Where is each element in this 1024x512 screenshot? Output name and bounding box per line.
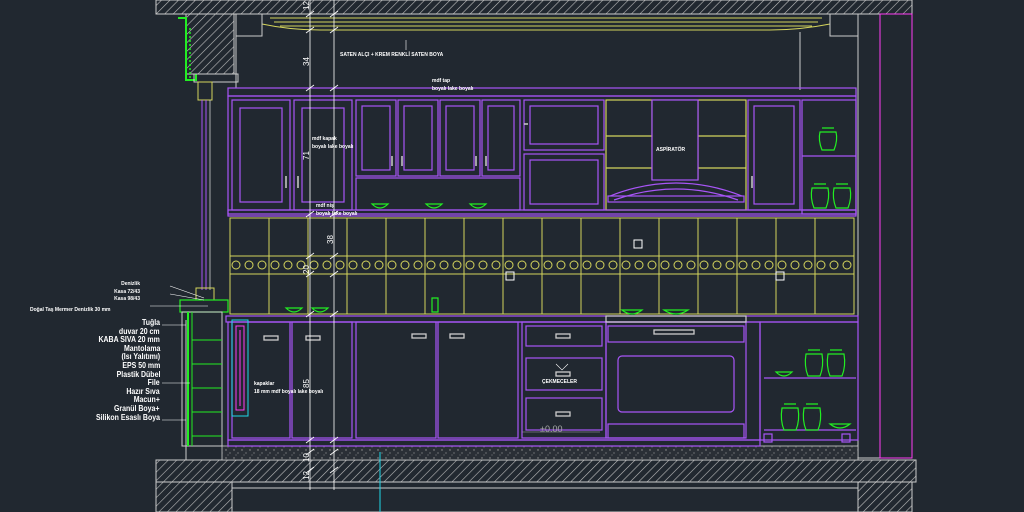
dimension-d2: 34 (302, 57, 311, 66)
border-tile-ring (374, 260, 384, 270)
left-upper-note-line1: mdf kapak (312, 136, 337, 142)
border-tile-ring (270, 260, 280, 270)
border-tile-ring (426, 260, 436, 270)
border-tile-ring (530, 260, 540, 270)
dimension-d6: 85 (302, 379, 311, 388)
border-tile-ring (348, 260, 358, 270)
border-tile-ring (790, 260, 800, 270)
dimension-chain (305, 0, 339, 490)
border-tile-ring (400, 260, 410, 270)
border-tile-ring (803, 260, 813, 270)
sill-label-1: Denizlik (121, 281, 140, 287)
border-tile-ring (660, 260, 670, 270)
border-tile-ring (257, 260, 267, 270)
border-tile-ring (309, 260, 319, 270)
window-frame (178, 17, 239, 447)
upper-note-line1: mdf tap (432, 78, 451, 84)
border-tile-ring (634, 260, 644, 270)
border-tile-ring (816, 260, 826, 270)
dimension-d7: 10 (302, 453, 311, 462)
niche-note-line1: mdf niş (316, 203, 334, 209)
kitchen-elevation-drawing (150, 0, 917, 512)
sill-label-2: Kasa 72/43 (114, 289, 140, 295)
border-tile-ring (231, 260, 241, 270)
hood-label: ASPİRATÖR (656, 147, 686, 153)
border-tile-ring (738, 260, 748, 270)
floor-level-marker: ±0.00 (540, 424, 563, 434)
border-tile-ring (699, 260, 709, 270)
border-tile-ring (725, 260, 735, 270)
border-tile-ring (465, 260, 475, 270)
upper-cabinets (227, 87, 857, 217)
border-tile-ring (439, 260, 449, 270)
border-tile-ring (777, 260, 787, 270)
border-tile-ring (517, 260, 527, 270)
border-tile-ring (361, 260, 371, 270)
border-tile-ring (751, 260, 761, 270)
border-tile-ring (764, 260, 774, 270)
border-tile-ring (842, 260, 852, 270)
border-tile-ring (608, 260, 618, 270)
wall-layer-item: Silikon Esaslı Boya (96, 411, 160, 422)
border-tile-ring (387, 260, 397, 270)
lower-note-line1: kapaklar (254, 381, 275, 387)
border-tile-ring (491, 260, 501, 270)
lower-note-line2: 18 mm mdf boyalı lake boyalı (254, 389, 324, 395)
sill-label-4: Doğal Taş Mermer Denizlik 30 mm (30, 307, 111, 313)
ceiling-cove (235, 13, 859, 90)
border-tile-ring (504, 260, 514, 270)
dimension-d3: 71 (302, 151, 311, 160)
border-tile-ring (244, 260, 254, 270)
border-tile-ring (569, 260, 579, 270)
border-tile-ring (621, 260, 631, 270)
dimension-d5: 20 (302, 265, 311, 274)
backsplash-tiles (229, 217, 855, 315)
border-tile-ring (829, 260, 839, 270)
border-tile-ring (686, 260, 696, 270)
border-tile-ring (322, 260, 332, 270)
radiator (231, 319, 249, 417)
border-tile-ring (647, 260, 657, 270)
border-tile-ring (673, 260, 683, 270)
border-tile-ring (478, 260, 488, 270)
border-tile-ring (595, 260, 605, 270)
drawers-label: ÇEKMECELER (542, 379, 578, 385)
left-upper-note-line2: boyalı lake boyalı (312, 144, 354, 150)
border-tile-ring (335, 260, 345, 270)
border-tile-ring (712, 260, 722, 270)
ceiling-note: SATEN ALÇI + KREM RENKLİ SATEN BOYA (340, 52, 444, 58)
sill-label-3: Kasa 98/43 (114, 296, 140, 302)
dimension-d4: 38 (326, 235, 335, 244)
border-tile-ring (452, 260, 462, 270)
border-tile-ring (556, 260, 566, 270)
upper-note-line2: boyalı lake boyalı (432, 86, 474, 92)
border-tile-ring (543, 260, 553, 270)
niche-note-line2: boyalı lake boyalı (316, 211, 358, 217)
dimension-d1: 12 (302, 1, 311, 10)
border-tile-ring (413, 260, 423, 270)
leader-lines (150, 40, 600, 512)
border-tile-ring (283, 260, 293, 270)
dimension-d8: 12 (302, 471, 311, 480)
border-tile-ring (582, 260, 592, 270)
